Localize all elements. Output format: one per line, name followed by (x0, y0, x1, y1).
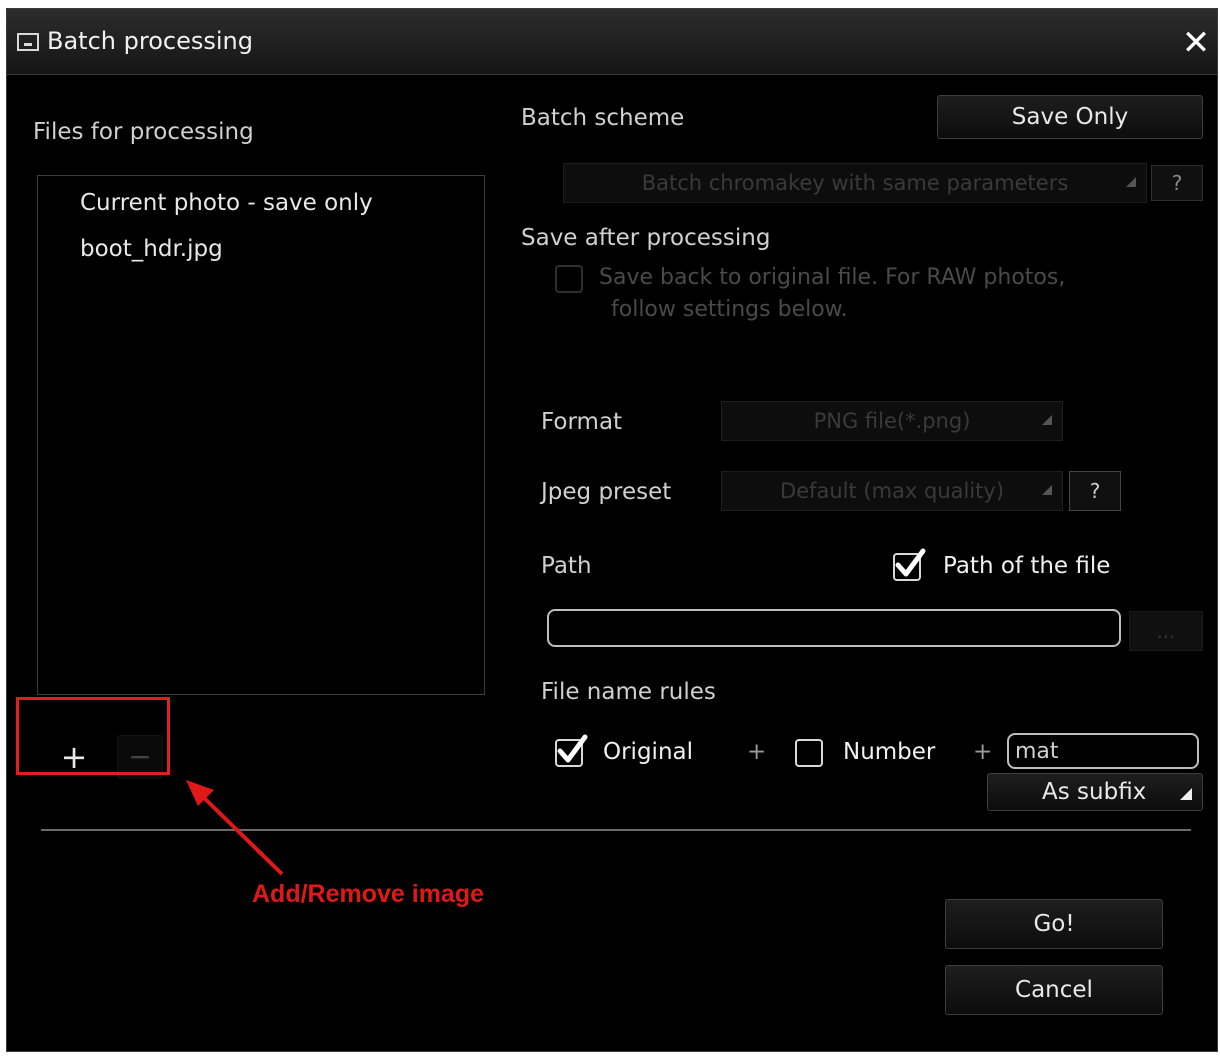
annotation-label: Add/Remove image (252, 880, 485, 908)
format-label: Format (541, 409, 623, 435)
original-label: Original (603, 739, 694, 765)
plus-separator: + (747, 739, 767, 765)
batch-scheme-label: Batch scheme (521, 105, 685, 131)
annotation-highlight-box (16, 697, 170, 775)
path-of-file-label: Path of the file (943, 553, 1111, 579)
save-back-label-line1: Save back to original file. For RAW phot… (599, 265, 1066, 290)
jpeg-preset-label: Jpeg preset (541, 479, 672, 505)
go-button[interactable]: Go! (945, 899, 1163, 949)
number-checkbox[interactable] (795, 739, 823, 767)
suffix-position-value: As subfix (1042, 779, 1147, 805)
title-bar[interactable]: Batch processing ✕ (7, 9, 1217, 75)
jpeg-help-button[interactable]: ? (1069, 471, 1121, 511)
dropdown-arrow-icon (1180, 788, 1192, 800)
files-label: Files for processing (33, 119, 254, 145)
path-label: Path (541, 553, 592, 579)
jpeg-preset-dropdown[interactable]: Default (max quality) (721, 471, 1063, 511)
close-icon[interactable]: ✕ (1179, 26, 1213, 61)
save-back-checkbox[interactable] (555, 265, 583, 293)
path-input[interactable] (547, 609, 1121, 647)
original-checkbox[interactable] (555, 734, 588, 767)
save-back-label-line2: follow settings below. (611, 297, 848, 322)
batch-scheme-dropdown[interactable]: Batch chromakey with same parameters (563, 163, 1147, 203)
path-of-file-checkbox[interactable] (893, 548, 926, 581)
jpeg-preset-value: Default (max quality) (779, 479, 1005, 503)
save-after-label: Save after processing (521, 225, 771, 251)
suffix-position-dropdown[interactable]: As subfix (987, 773, 1203, 811)
dropdown-arrow-icon (1042, 415, 1052, 425)
browse-path-button[interactable]: ... (1129, 611, 1203, 651)
file-list[interactable]: Current photo - save only boot_hdr.jpg (37, 175, 485, 695)
checkmark-icon (557, 734, 588, 763)
checkmark-icon (895, 548, 926, 577)
suffix-input[interactable] (1007, 733, 1199, 769)
plus-separator: + (973, 739, 993, 765)
file-name-rules-label: File name rules (541, 679, 716, 705)
format-value: PNG file(*.png) (813, 409, 971, 433)
format-dropdown[interactable]: PNG file(*.png) (721, 401, 1063, 441)
list-item[interactable]: Current photo - save only (80, 190, 373, 216)
window-icon (17, 33, 39, 51)
scheme-help-button[interactable]: ? (1151, 165, 1203, 201)
cancel-button[interactable]: Cancel (945, 965, 1163, 1015)
save-only-button[interactable]: Save Only (937, 95, 1203, 139)
dialog-title: Batch processing (47, 27, 253, 55)
batch-processing-dialog: Batch processing ✕ Files for processing … (6, 8, 1218, 1052)
dropdown-arrow-icon (1126, 177, 1136, 187)
annotation-arrow-icon (186, 780, 284, 876)
dropdown-arrow-icon (1042, 485, 1052, 495)
batch-scheme-value: Batch chromakey with same parameters (641, 171, 1069, 195)
number-label: Number (843, 739, 936, 765)
list-item[interactable]: boot_hdr.jpg (80, 236, 223, 262)
